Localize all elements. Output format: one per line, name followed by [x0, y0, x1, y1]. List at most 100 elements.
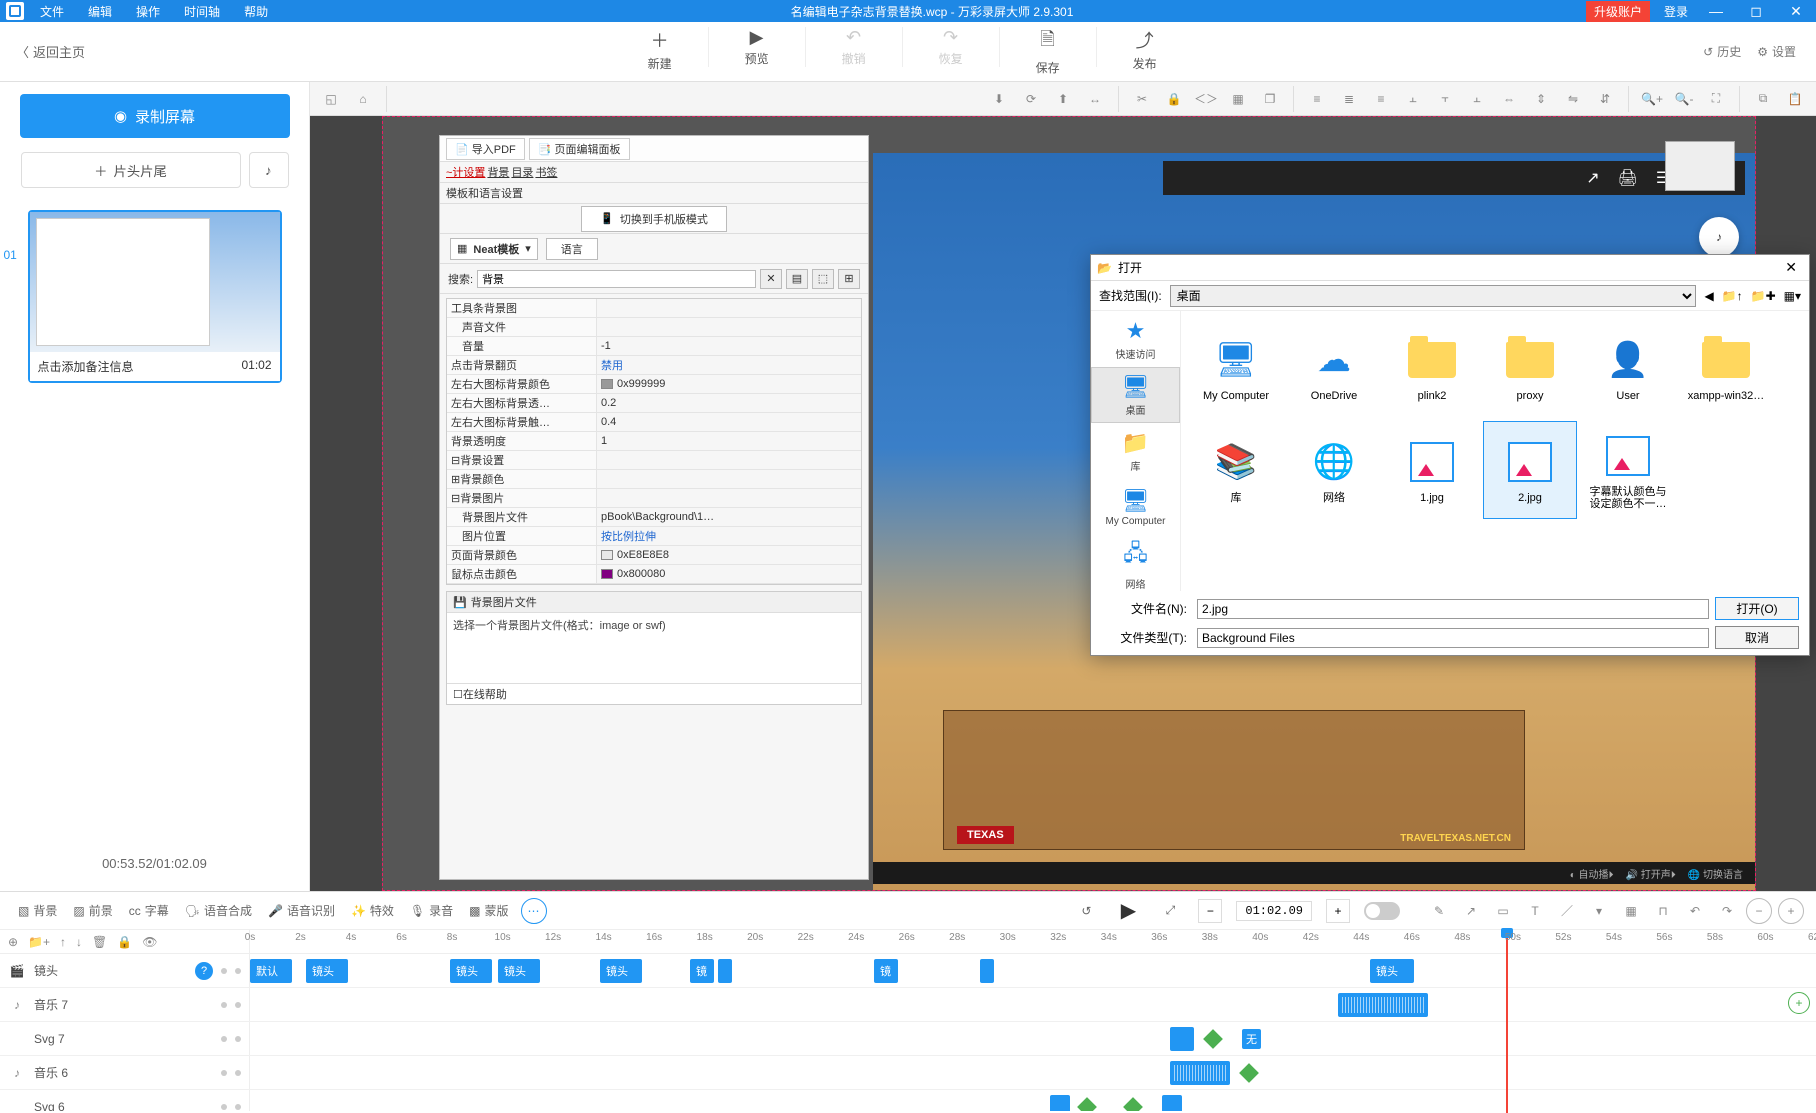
lang-toggle[interactable]: 🌐 切换语言	[1688, 866, 1743, 881]
ct-align-center-icon[interactable]: ≣	[1336, 86, 1362, 112]
prop-row[interactable]: 鼠标点击颜色0x800080	[447, 565, 861, 584]
scene-thumbnail[interactable]: 点击添加备注信息 01:02	[28, 210, 282, 383]
tab-design[interactable]: ~计设置	[446, 164, 485, 180]
tl-tool-语音合成[interactable]: 🗣语音合成	[179, 902, 258, 919]
prop-row[interactable]: 左右大图标背景触…0.4	[447, 413, 861, 432]
prop-row[interactable]: 点击背景翻页禁用	[447, 356, 861, 375]
file-plink2[interactable]: plink2	[1385, 319, 1479, 417]
tl-edit-icon[interactable]: ✎	[1426, 898, 1452, 924]
ct-zoom-in-icon[interactable]: 🔍+	[1639, 86, 1665, 112]
share-icon[interactable]: ↗	[1586, 168, 1599, 188]
audio-clip[interactable]	[1170, 1061, 1230, 1085]
ct-align-left-icon[interactable]: ≡	[1304, 86, 1330, 112]
clip[interactable]: 无	[1242, 1029, 1261, 1049]
filetype-select[interactable]: Background Files	[1197, 628, 1709, 648]
close-button[interactable]: ✕	[1776, 3, 1816, 20]
clear-search-button[interactable]: ✕	[760, 269, 782, 289]
toolbar-预览[interactable]: ▶预览	[725, 27, 789, 76]
maximize-button[interactable]: ◻	[1736, 3, 1776, 20]
rh-lock-icon[interactable]: 🔒	[117, 935, 132, 949]
ct-lock-icon[interactable]: 🔒	[1161, 86, 1187, 112]
prop-row[interactable]: 图片位置按比例拉伸	[447, 527, 861, 546]
tl-time-minus[interactable]: −	[1198, 899, 1222, 923]
tab-toc[interactable]: 目录	[511, 164, 533, 180]
file-proxy[interactable]: proxy	[1483, 319, 1577, 417]
rh-del-icon[interactable]: 🗑	[92, 935, 107, 949]
file-1.jpg[interactable]: 1.jpg	[1385, 421, 1479, 519]
clip[interactable]	[1170, 1027, 1194, 1051]
prop-row[interactable]: 背景图片文件pBook\Background\1…	[447, 508, 861, 527]
settings-button[interactable]: ⚙ 设置	[1757, 43, 1796, 60]
tl-time-plus[interactable]: +	[1326, 899, 1350, 923]
back-home[interactable]: 〈 返回主页	[0, 42, 101, 61]
record-screen-button[interactable]: ◉ 录制屏幕	[20, 94, 290, 138]
file-User[interactable]: 👤User	[1581, 319, 1675, 417]
ct-download-icon[interactable]: ⬇	[986, 86, 1012, 112]
places-网络[interactable]: 🖧网络	[1091, 535, 1180, 591]
ct-fit-icon[interactable]: ⛶	[1703, 86, 1729, 112]
rh-eye-icon[interactable]: 👁	[142, 935, 157, 949]
upgrade-button[interactable]: 升级账户	[1586, 1, 1650, 22]
ct-valign-mid-icon[interactable]: ⫟	[1432, 86, 1458, 112]
tl-arrow-icon[interactable]: ↗	[1458, 898, 1484, 924]
ct-dist-h-icon[interactable]: ⇔	[1496, 86, 1522, 112]
clip[interactable]	[1162, 1095, 1182, 1111]
music-fab[interactable]: ♪	[1699, 217, 1739, 257]
ct-copy-icon[interactable]: ⧉	[1750, 86, 1776, 112]
keyframe[interactable]	[1077, 1097, 1097, 1111]
ct-grid-icon[interactable]: ▦	[1225, 86, 1251, 112]
tl-line-icon[interactable]: ／	[1554, 898, 1580, 924]
places-快速访问[interactable]: ★快速访问	[1091, 311, 1180, 367]
page-panel-button[interactable]: 📑 页面编辑面板	[529, 138, 630, 160]
prop-tool-2[interactable]: ⬚	[812, 269, 834, 289]
tl-text-icon[interactable]: T	[1522, 898, 1548, 924]
rh-folder-icon[interactable]: 📁+	[28, 935, 50, 949]
dialog-file-list[interactable]: 🖥My Computer☁OneDriveplink2proxy👤Userxam…	[1181, 311, 1809, 591]
dialog-close-button[interactable]: ✕	[1779, 259, 1803, 276]
clip[interactable]: 镜	[874, 959, 898, 983]
prop-row[interactable]: 工具条背景图	[447, 299, 861, 318]
ct-dist-v-icon[interactable]: ⇕	[1528, 86, 1554, 112]
keyframe[interactable]	[1239, 1063, 1259, 1083]
tl-tool-特效[interactable]: ✨特效	[345, 902, 400, 919]
ct-align-right-icon[interactable]: ≡	[1368, 86, 1394, 112]
minimize-button[interactable]: —	[1696, 3, 1736, 19]
ct-valign-bot-icon[interactable]: ⫠	[1464, 86, 1490, 112]
clip[interactable]: 镜	[690, 959, 714, 983]
clip[interactable]	[1050, 1095, 1070, 1111]
tl-expand-button[interactable]: ⤢	[1156, 903, 1184, 918]
search-input[interactable]	[477, 270, 756, 288]
filename-input[interactable]	[1197, 599, 1709, 619]
online-help-check[interactable]: ☐在线帮助	[447, 683, 861, 704]
time-ruler[interactable]: 0s2s4s6s8s10s12s14s16s18s20s22s24s26s28s…	[250, 930, 1816, 953]
file-OneDrive[interactable]: ☁OneDrive	[1287, 319, 1381, 417]
places-桌面[interactable]: 🖥桌面	[1091, 367, 1180, 423]
track-add-button[interactable]: +	[1788, 992, 1810, 1014]
dialog-cancel-button[interactable]: 取消	[1715, 626, 1799, 649]
tl-zoom-out[interactable]: −	[1746, 898, 1772, 924]
tl-dropdown-icon[interactable]: ▾	[1586, 898, 1612, 924]
prop-row[interactable]: 背景透明度1	[447, 432, 861, 451]
tl-zoom-in[interactable]: +	[1778, 898, 1804, 924]
menu-edit[interactable]: 编辑	[78, 1, 122, 22]
tl-rewind-button[interactable]: ↺	[1072, 904, 1100, 918]
dialog-open-button[interactable]: 打开(O)	[1715, 597, 1799, 620]
file-字幕默认颜色与设定颜色不一…[interactable]: 字幕默认颜色与设定颜色不一…	[1581, 421, 1675, 519]
prop-row[interactable]: 页面背景颜色0xE8E8E8	[447, 546, 861, 565]
tl-tool-语音识别[interactable]: 🎤语音识别	[262, 902, 341, 919]
tl-rect-icon[interactable]: ▭	[1490, 898, 1516, 924]
ct-home-icon[interactable]: ⌂	[350, 86, 376, 112]
prop-row[interactable]: ⊟背景设置	[447, 451, 861, 470]
file-网络[interactable]: 🌐网络	[1287, 421, 1381, 519]
toolbar-保存[interactable]: 🗎保存	[1016, 27, 1080, 76]
ct-link-icon[interactable]: ↔	[1082, 86, 1108, 112]
autoplay-toggle[interactable]: ◐ 自动播⏵	[1570, 866, 1614, 881]
clip[interactable]: 镜头	[498, 959, 540, 983]
dlg-view-icon[interactable]: ▦▾	[1784, 289, 1801, 303]
tl-grid-icon[interactable]: ▦	[1618, 898, 1644, 924]
prop-row[interactable]: 音量-1	[447, 337, 861, 356]
tl-play-button[interactable]: ▶	[1114, 898, 1142, 923]
dlg-back-icon[interactable]: ◀	[1704, 289, 1713, 303]
audio-clip[interactable]	[1338, 993, 1428, 1017]
tab-bookmark[interactable]: 书签	[535, 164, 557, 180]
